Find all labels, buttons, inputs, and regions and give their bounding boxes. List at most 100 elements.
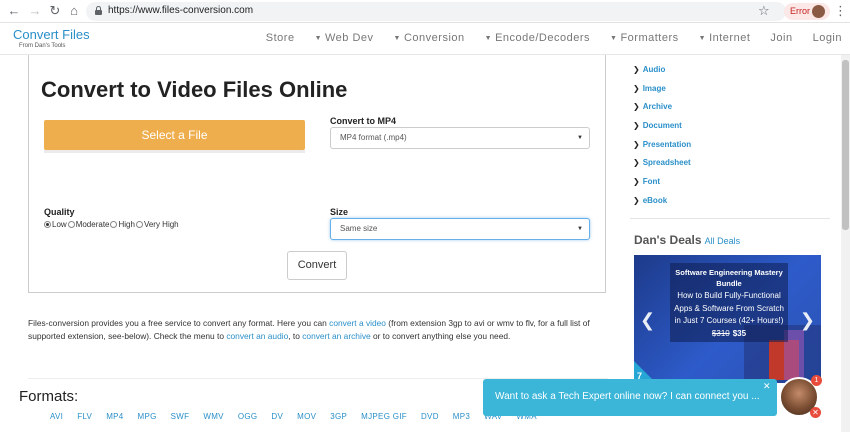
close-chat-icon[interactable]: ✕ [810, 407, 821, 418]
back-icon[interactable]: ← [6, 3, 22, 19]
chevron-right-icon: ❯ [633, 65, 640, 74]
nav-login[interactable]: Login [813, 32, 842, 44]
quality-label: Quality [44, 207, 75, 217]
nav-web-dev[interactable]: ▼ Web Dev [315, 32, 374, 44]
caret-down-icon: ▼ [698, 35, 707, 42]
deal-banner[interactable]: ❮ ❯ Software Engineering Mastery Bundle … [634, 255, 821, 383]
nav-encode-decoders[interactable]: ▼ Encode/Decoders [485, 32, 590, 44]
convert-button[interactable]: Convert [287, 251, 347, 280]
format-link[interactable]: MP4 [106, 412, 123, 421]
sidebar-item-font[interactable]: ❯ Font [633, 177, 660, 186]
radio-very-high[interactable] [135, 221, 143, 228]
format-link[interactable]: SWF [171, 412, 190, 421]
radio-moderate[interactable] [67, 221, 75, 228]
quality-very-high-option[interactable]: Very High [135, 220, 179, 229]
chevron-down-icon: ▼ [577, 226, 583, 232]
size-label: Size [330, 207, 349, 217]
radio-low[interactable] [44, 221, 51, 228]
deal-title: Software Engineering Mastery Bundle [675, 268, 783, 288]
quality-high-option[interactable]: High [110, 220, 135, 229]
site-header: Convert Files From Dan's Tools Store ▼ We… [0, 23, 850, 55]
browser-toolbar: ← → ↻ ⌂ https://www.files-conversion.com… [0, 0, 850, 23]
sidebar-item-audio[interactable]: ❯ Audio [633, 65, 665, 74]
site-logo[interactable]: Convert Files [13, 27, 90, 42]
format-link[interactable]: FLV [77, 412, 92, 421]
chevron-right-icon: ❯ [633, 158, 640, 167]
deal-description: How to Build Fully-Functional Apps & Sof… [674, 291, 784, 325]
chevron-right-icon: ❯ [633, 140, 640, 149]
convert-audio-link[interactable]: convert an audio [226, 331, 288, 341]
page-title: Convert to Video Files Online [41, 77, 348, 102]
radio-high[interactable] [110, 221, 118, 228]
sidebar: ❯ Audio ❯ Image ❯ Archive ❯ Document ❯ Presen… [630, 55, 830, 432]
format-link[interactable]: MJPEG GIF [361, 412, 407, 421]
format-link[interactable]: MOV [297, 412, 316, 421]
sidebar-item-archive[interactable]: ❯ Archive [633, 102, 672, 111]
format-link[interactable]: MPG [138, 412, 157, 421]
caret-down-icon: ▼ [314, 35, 322, 42]
format-link[interactable]: 3GP [330, 412, 347, 421]
chevron-right-icon: ❯ [633, 121, 640, 130]
sidebar-item-image[interactable]: ❯ Image [633, 84, 666, 93]
size-select-value: Same size [340, 224, 378, 233]
chevron-right-icon: ❯ [633, 196, 640, 205]
profile-error-button[interactable]: Error [784, 3, 830, 20]
chat-prompt[interactable]: Want to ask a Tech Expert online now? I … [483, 379, 777, 416]
quality-radio-group: Low Moderate High Very High [44, 220, 180, 229]
close-icon[interactable]: ✕ [763, 381, 771, 392]
scrollbar-thumb[interactable] [842, 60, 849, 230]
chevron-right-icon: ❯ [633, 177, 640, 186]
sidebar-divider [630, 218, 830, 219]
home-icon[interactable]: ⌂ [66, 3, 82, 19]
sidebar-item-document[interactable]: ❯ Document [633, 121, 682, 130]
formats-heading: Formats: [19, 388, 79, 405]
format-link[interactable]: DV [271, 412, 283, 421]
format-link[interactable]: AVI [50, 412, 63, 421]
nav-internet[interactable]: ▼ Internet [699, 32, 751, 44]
formats-list: AVI FLV MP4 MPG SWF WMV OGG DV MOV 3GP MJPEG GIF DV… [50, 412, 551, 421]
lock-icon [95, 6, 102, 15]
format-link[interactable]: MP3 [453, 412, 470, 421]
select-file-button[interactable]: Select a File [44, 120, 305, 153]
chevron-right-icon: ❯ [633, 102, 640, 111]
caret-down-icon: ▼ [610, 35, 618, 42]
nav-store[interactable]: Store [266, 32, 295, 44]
deal-old-price: $310 [711, 328, 730, 338]
caret-down-icon: ▼ [393, 35, 401, 42]
all-deals-link[interactable]: All Deals [705, 236, 741, 246]
size-select[interactable]: Same size ▼ [330, 218, 590, 240]
deal-text-box: Software Engineering Mastery Bundle How … [670, 263, 788, 342]
format-link[interactable]: DVD [421, 412, 439, 421]
chevron-right-icon[interactable]: ❯ [800, 310, 815, 331]
notification-badge: 1 [811, 375, 822, 386]
browser-menu-icon[interactable]: ⋮ [834, 3, 847, 19]
sidebar-item-ebook[interactable]: ❯ eBook [633, 196, 667, 205]
nav-formatters[interactable]: ▼ Formatters [610, 32, 679, 44]
forward-icon[interactable]: → [27, 3, 43, 19]
url-text: https://www.files-conversion.com [108, 5, 254, 16]
error-label: Error [790, 6, 810, 16]
convert-video-link[interactable]: convert a video [329, 318, 386, 328]
convert-archive-link[interactable]: convert an archive [302, 331, 370, 341]
format-select[interactable]: MP4 format (.mp4) ▼ [330, 127, 590, 149]
format-link[interactable]: WMV [203, 412, 223, 421]
format-link[interactable]: OGG [238, 412, 258, 421]
sidebar-item-spreadsheet[interactable]: ❯ Spreadsheet [633, 158, 691, 167]
nav-conversion[interactable]: ▼ Conversion [394, 32, 465, 44]
chevron-left-icon[interactable]: ❮ [640, 310, 655, 331]
main-nav: Store ▼ Web Dev ▼ Conversion ▼ Encode/Decod… [246, 32, 842, 44]
quality-moderate-option[interactable]: Moderate [67, 220, 109, 229]
reload-icon[interactable]: ↻ [47, 3, 63, 19]
profile-avatar [812, 5, 825, 18]
quality-low-option[interactable]: Low [44, 220, 67, 229]
converter-panel: Convert to Video Files Online Select a F… [28, 55, 606, 293]
caret-down-icon: ▼ [484, 35, 493, 42]
deal-new-price: $35 [732, 328, 747, 338]
nav-join[interactable]: Join [770, 32, 792, 44]
address-bar[interactable]: https://www.files-conversion.com [86, 2, 786, 21]
deal-price: $310 $35 [672, 329, 786, 338]
chat-message: Want to ask a Tech Expert online now? I … [495, 391, 760, 402]
sidebar-item-presentation[interactable]: ❯ Presentation [633, 140, 691, 149]
bookmark-star-icon[interactable]: ☆ [758, 3, 770, 19]
chevron-right-icon: ❯ [633, 84, 640, 93]
